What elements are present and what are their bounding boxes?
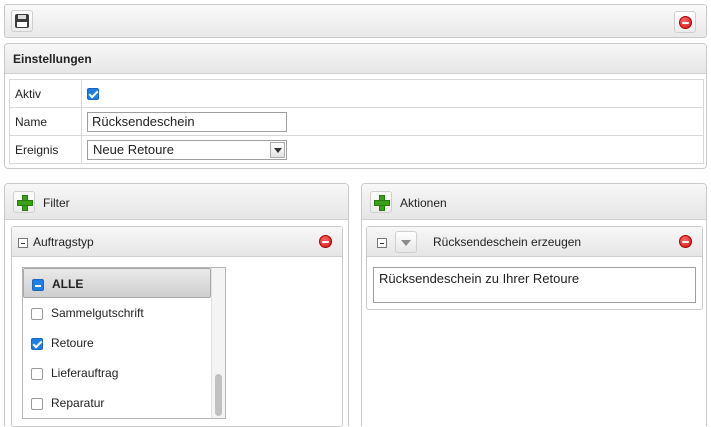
add-filter-button[interactable]	[13, 191, 35, 213]
list-item-label: Reparatur	[51, 396, 105, 410]
auftragstyp-list: ALLE Sammelgutschrift Retoure Lieferauft…	[22, 267, 226, 419]
name-label: Name	[9, 107, 82, 136]
settings-row-event: Ereignis Neue Retoure	[9, 135, 704, 164]
event-label: Ereignis	[9, 135, 82, 164]
list-item-lieferauftrag[interactable]: Lieferauftrag	[23, 358, 211, 388]
remove-circle-icon	[678, 15, 692, 29]
event-select[interactable]: Neue Retoure	[87, 139, 287, 160]
scroll-thumb[interactable]	[215, 374, 222, 416]
list-item-reparatur[interactable]: Reparatur	[23, 388, 211, 418]
list-item-label: Retoure	[51, 336, 94, 350]
list-item-retoure[interactable]: Retoure	[23, 328, 211, 358]
top-toolbar	[4, 4, 707, 38]
settings-row-active: Aktiv	[9, 79, 704, 108]
remove-filter-icon[interactable]	[319, 235, 332, 248]
checkbox[interactable]	[31, 397, 43, 410]
action-item-header: Rücksendeschein erzeugen	[367, 227, 702, 257]
checkbox[interactable]	[31, 367, 43, 380]
settings-panel: Einstellungen Aktiv Name Rücksendeschein…	[4, 43, 707, 169]
checkbox[interactable]	[31, 337, 43, 350]
collapse-icon[interactable]	[377, 238, 387, 248]
action-item: Rücksendeschein erzeugen Rücksendeschein…	[366, 226, 703, 310]
actions-panel: Aktionen Rücksendeschein erzeugen Rückse…	[361, 183, 707, 426]
collapse-icon[interactable]	[18, 238, 28, 248]
indeterminate-checkbox[interactable]	[32, 278, 44, 291]
settings-title: Einstellungen	[5, 44, 706, 74]
save-button[interactable]	[11, 10, 33, 32]
list-item-label: ALLE	[52, 277, 84, 291]
settings-row-name: Name Rücksendeschein	[9, 107, 704, 136]
add-action-button[interactable]	[370, 191, 392, 213]
name-input[interactable]: Rücksendeschein	[87, 111, 287, 132]
filter-header: Filter	[5, 184, 348, 220]
list-item-sammelgutschrift[interactable]: Sammelgutschrift	[23, 298, 211, 328]
filter-group-auftragstyp: Auftragstyp ALLE Sammelgutschrift Retour…	[11, 226, 343, 427]
action-item-title: Rücksendeschein erzeugen	[433, 235, 582, 249]
active-checkbox[interactable]	[87, 88, 99, 101]
actions-title: Aktionen	[400, 196, 447, 210]
settings-table: Aktiv Name Rücksendeschein Ereignis Neue…	[9, 79, 704, 164]
checkbox[interactable]	[31, 307, 43, 320]
filter-panel: Filter Auftragstyp ALLE Sammelgutschrift…	[4, 183, 349, 427]
list-item-label: Sammelgutschrift	[51, 306, 144, 320]
remove-action-icon[interactable]	[679, 235, 692, 248]
active-label: Aktiv	[9, 79, 82, 108]
filter-title: Filter	[43, 196, 70, 210]
chevron-down-icon	[270, 141, 285, 158]
name-value-cell: Rücksendeschein	[81, 107, 704, 136]
chevron-down-icon[interactable]	[395, 231, 417, 253]
action-text-field[interactable]: Rücksendeschein zu Ihrer Retoure	[373, 267, 696, 303]
event-select-value: Neue Retoure	[93, 141, 174, 157]
active-value-cell	[81, 79, 704, 108]
list-item-alle[interactable]: ALLE	[23, 268, 211, 298]
close-button[interactable]	[674, 11, 696, 33]
floppy-disk-icon	[15, 14, 29, 28]
list-scrollbar[interactable]	[211, 268, 225, 418]
event-value-cell: Neue Retoure	[81, 135, 704, 164]
actions-header: Aktionen	[362, 184, 706, 220]
filter-group-header: Auftragstyp	[12, 227, 342, 257]
filter-group-title: Auftragstyp	[33, 235, 94, 249]
list-item-label: Lieferauftrag	[51, 366, 119, 380]
